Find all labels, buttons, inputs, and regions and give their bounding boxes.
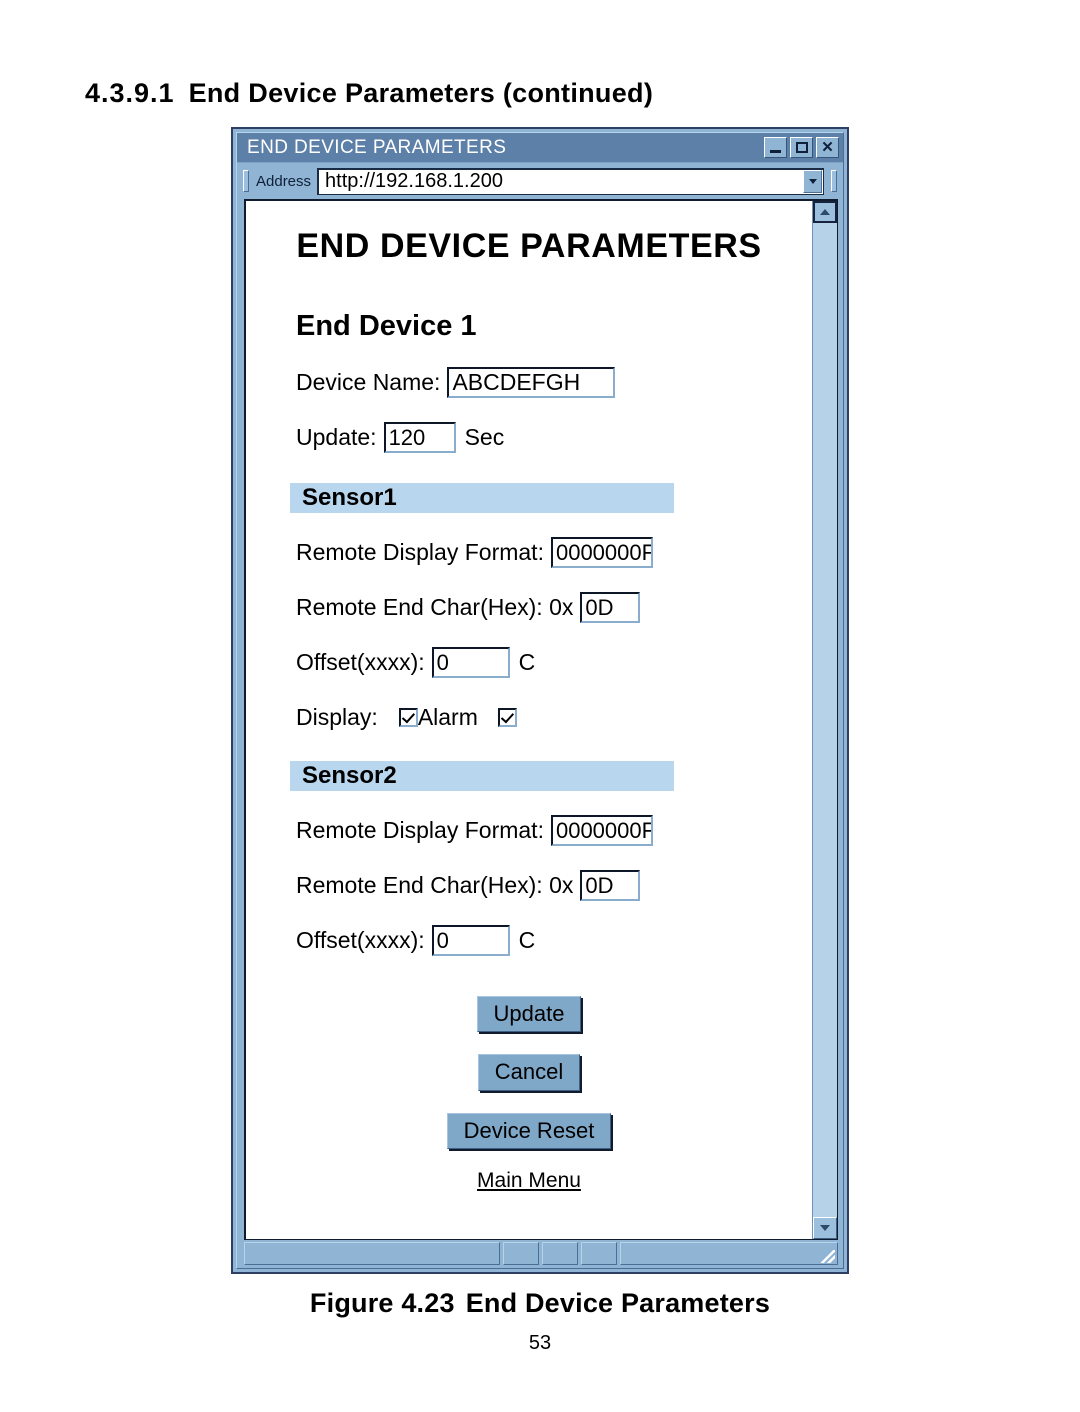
sensor1-offset-input[interactable]: 0 <box>431 647 510 678</box>
sensor1-display-format-row: Remote Display Format: 0000000F <box>296 537 790 568</box>
sensor1-header: Sensor1 <box>290 483 674 513</box>
figure-title: End Device Parameters <box>465 1288 771 1318</box>
web-document: END DEVICE PARAMETERS End Device 1 Devic… <box>246 201 812 1193</box>
device-name-row: Device Name: ABCDEFGH <box>296 367 790 398</box>
figure-label: Figure 4.23 <box>309 1288 455 1318</box>
sensor1-offset-unit: C <box>518 649 536 675</box>
minimize-icon <box>770 149 781 153</box>
sensor1-display-checkbox[interactable] <box>497 708 517 727</box>
update-interval-input[interactable]: 120 <box>383 422 456 453</box>
window-title: END DEVICE PARAMETERS <box>247 136 507 158</box>
web-page-content: END DEVICE PARAMETERS End Device 1 Devic… <box>246 201 812 1239</box>
chevron-up-icon <box>820 209 830 215</box>
section-heading: 4.3.9.1 End Device Parameters (continued) <box>85 78 653 109</box>
chevron-down-icon <box>820 1225 830 1231</box>
sensor1-display-format-label: Remote Display Format: <box>296 539 544 565</box>
title-bar: END DEVICE PARAMETERS ✕ <box>237 133 843 163</box>
status-bar <box>237 1240 843 1268</box>
toolbar-grip-handle-end[interactable] <box>831 170 837 192</box>
device-name-input[interactable]: ABCDEFGH <box>447 367 616 398</box>
vertical-scrollbar[interactable] <box>812 201 837 1239</box>
update-button[interactable]: Update <box>476 996 582 1033</box>
cancel-button-wrap: Cancel <box>268 1032 790 1091</box>
maximize-icon <box>795 142 808 153</box>
browser-window: END DEVICE PARAMETERS ✕ Address http://1… <box>231 127 849 1274</box>
scrollbar-track[interactable] <box>813 223 837 1217</box>
sensor2-header: Sensor2 <box>290 761 674 791</box>
sensor1-alarm-checkbox[interactable] <box>398 708 418 727</box>
page-title: END DEVICE PARAMETERS <box>296 227 762 265</box>
sensor1-end-char-row: Remote End Char(Hex): 0x 0D <box>296 592 790 623</box>
sensor1-offset-row: Offset(xxxx): 0 C <box>296 647 790 678</box>
sensor2-display-format-label: Remote Display Format: <box>296 817 544 843</box>
chevron-down-icon <box>808 179 817 184</box>
sensor2-offset-label: Offset(xxxx): <box>296 927 425 953</box>
section-number: 4.3.9.1 <box>85 78 175 108</box>
section-title: End Device Parameters (continued) <box>188 78 654 108</box>
sensor1-alarm-label: Alarm <box>417 704 478 730</box>
sensor2-end-char-input[interactable]: 0D <box>580 870 641 901</box>
figure-caption: Figure 4.23 End Device Parameters <box>0 1288 1080 1319</box>
minimize-button[interactable] <box>764 137 787 158</box>
sensor1-end-char-input[interactable]: 0D <box>580 592 641 623</box>
sensor2-offset-row: Offset(xxxx): 0 C <box>296 925 790 956</box>
sensor2-end-char-row: Remote End Char(Hex): 0x 0D <box>296 870 790 901</box>
sensor2-end-char-label: Remote End Char(Hex): 0x <box>296 872 574 898</box>
sensor2-offset-unit: C <box>518 927 536 953</box>
update-interval-label: Update: <box>296 424 377 450</box>
update-interval-unit: Sec <box>464 424 505 450</box>
main-menu-link[interactable]: Main Menu <box>477 1169 581 1193</box>
status-cell-1 <box>503 1242 539 1265</box>
address-value: http://192.168.1.200 <box>325 170 503 192</box>
status-cell-2 <box>542 1242 578 1265</box>
device-name-label: Device Name: <box>296 369 441 395</box>
cancel-button[interactable]: Cancel <box>477 1054 581 1091</box>
browser-window-inner: END DEVICE PARAMETERS ✕ Address http://1… <box>236 132 844 1269</box>
window-controls: ✕ <box>764 137 839 158</box>
address-bar: Address http://192.168.1.200 <box>237 163 843 199</box>
device-reset-button-wrap: Device Reset <box>268 1091 790 1149</box>
address-input[interactable]: http://192.168.1.200 <box>317 167 824 195</box>
sensor1-display-label: Display: <box>296 704 378 730</box>
close-button[interactable]: ✕ <box>816 137 839 158</box>
content-region: END DEVICE PARAMETERS End Device 1 Devic… <box>244 199 838 1240</box>
maximize-button[interactable] <box>790 137 813 158</box>
device-heading: End Device 1 <box>296 310 477 342</box>
status-cell-zone <box>620 1242 838 1265</box>
sensor2-display-format-input[interactable]: 0000000F <box>550 815 653 846</box>
update-interval-row: Update: 120 Sec <box>296 422 790 453</box>
device-reset-button[interactable]: Device Reset <box>446 1112 612 1149</box>
status-cell-message <box>244 1242 500 1265</box>
update-button-wrap: Update <box>268 956 790 1033</box>
sensor2-display-format-row: Remote Display Format: 0000000F <box>296 815 790 846</box>
scroll-up-button[interactable] <box>813 201 837 223</box>
sensor1-end-char-label: Remote End Char(Hex): 0x <box>296 594 574 620</box>
address-dropdown-button[interactable] <box>803 170 822 193</box>
status-cell-3 <box>581 1242 617 1265</box>
resize-grip-icon[interactable] <box>821 1250 835 1263</box>
sensor1-display-format-input[interactable]: 0000000F <box>550 537 653 568</box>
sensor2-offset-input[interactable]: 0 <box>431 925 510 956</box>
scroll-down-button[interactable] <box>813 1217 837 1239</box>
main-menu-link-wrap: Main Menu <box>268 1149 790 1193</box>
sensor1-offset-label: Offset(xxxx): <box>296 649 425 675</box>
sensor1-display-row: Display: Alarm <box>296 704 790 731</box>
page-number: 53 <box>528 1332 552 1354</box>
address-label: Address <box>256 172 312 190</box>
toolbar-grip-handle[interactable] <box>243 170 249 192</box>
